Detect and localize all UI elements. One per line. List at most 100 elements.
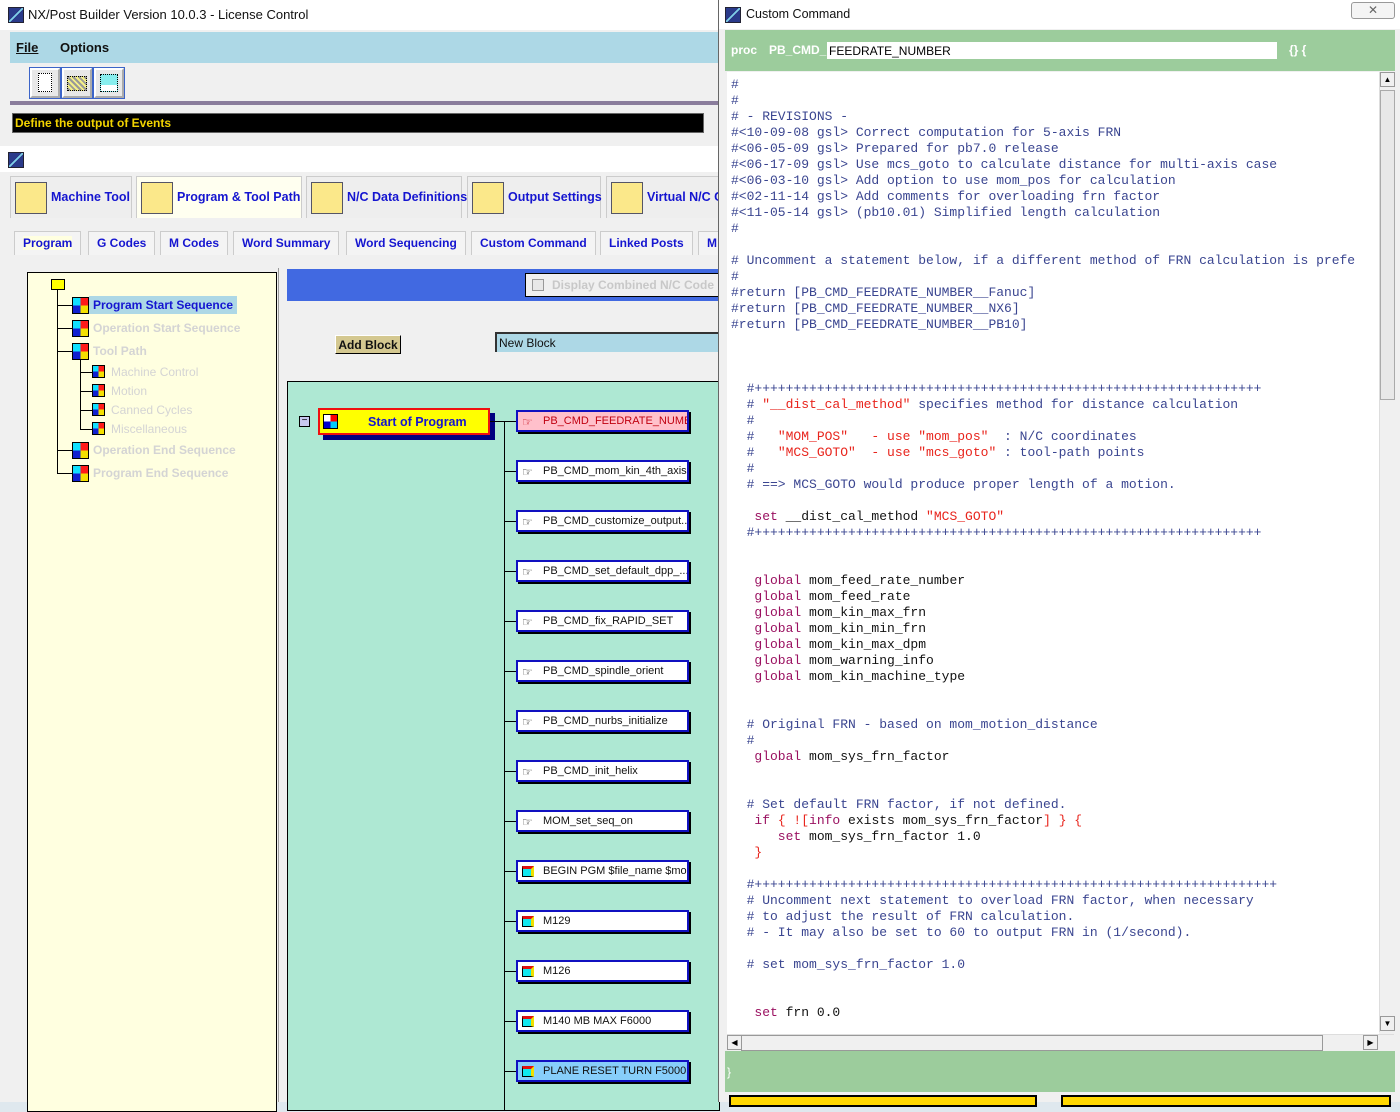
scroll-left-icon[interactable]: ◀ [727, 1035, 742, 1050]
dialog-button[interactable] [729, 1095, 1037, 1107]
code-token: mom_kin_machine_type [801, 669, 966, 684]
printer-icon [472, 182, 504, 214]
code-token: #+++++++++++++++++++++++++++++++++++++++… [731, 381, 1262, 396]
tree-item-operation-end-sequence[interactable]: Operation End Sequence [93, 443, 236, 457]
code-token: global [731, 669, 802, 684]
subtab-more[interactable]: M [698, 231, 720, 255]
subtab-g-codes[interactable]: G Codes [88, 231, 156, 255]
start-of-program-event[interactable]: Start of Program [318, 408, 490, 435]
dialog-title: Custom Command [746, 7, 851, 21]
code-line: global mom_sys_frn_factor [731, 749, 1355, 765]
code-token: } [731, 845, 763, 860]
custom-command-block[interactable]: ☞ PB_CMD_mom_kin_4th_axis... [516, 460, 689, 482]
custom-command-block[interactable]: ☞ MOM_set_seq_on [516, 810, 689, 832]
tab-output-settings[interactable]: Output Settings [467, 176, 602, 218]
new-block-select[interactable]: New Block [495, 332, 720, 352]
menu-file[interactable]: File [16, 40, 38, 55]
tree-item-canned-cycles[interactable]: Canned Cycles [111, 403, 192, 417]
scroll-thumb[interactable] [1380, 90, 1395, 400]
command-name-input[interactable] [827, 42, 1277, 59]
subtab-custom-command[interactable]: Custom Command [471, 231, 596, 255]
tree-item-tool-path[interactable]: Tool Path [93, 344, 147, 358]
nc-data-icon [311, 182, 343, 214]
pointing-hand-icon: ☞ [522, 515, 533, 529]
subtab-program[interactable]: Program [14, 231, 82, 255]
code-line: #+++++++++++++++++++++++++++++++++++++++… [731, 877, 1355, 893]
tree-item-machine-control[interactable]: Machine Control [111, 365, 198, 379]
scroll-right-icon[interactable]: ▶ [1363, 1035, 1378, 1050]
tab-machine-tool[interactable]: Machine Tool [10, 176, 132, 218]
horizontal-scrollbar[interactable]: ◀ ▶ [727, 1034, 1394, 1051]
code-token: : N/C coordinates [988, 429, 1137, 444]
code-editor[interactable]: # # # - REVISIONS - #<10-09-08 gsl> Correct… [727, 72, 1379, 1034]
checkbox-icon [532, 279, 544, 291]
nc-block[interactable]: M140 MB MAX F6000 [516, 1010, 689, 1032]
code-line: global mom_kin_min_frn [731, 621, 1355, 637]
new-file-button[interactable] [29, 67, 61, 99]
subtab-label: Program [23, 236, 73, 250]
open-button[interactable] [61, 67, 93, 99]
tab-virtual-nc-controller[interactable]: Virtual N/C C [606, 176, 720, 218]
custom-command-block[interactable]: ☞ PB_CMD_FEEDRATE_NUMB... [516, 410, 689, 432]
connector-line [504, 1071, 516, 1072]
vertical-scrollbar[interactable]: ▲ ▼ [1379, 72, 1395, 1032]
code-token: global [731, 589, 802, 604]
tree-item-motion[interactable]: Motion [111, 384, 147, 398]
code-line: # set mom_sys_frn_factor 1.0 [731, 957, 1355, 973]
code-token: mom_warning_info [801, 653, 934, 668]
custom-command-block[interactable]: ☞ PB_CMD_nurbs_initialize [516, 710, 689, 732]
splitter-handle[interactable] [278, 268, 287, 1102]
dialog-button[interactable] [1061, 1095, 1391, 1107]
code-token: # - REVISIONS - [731, 109, 849, 124]
code-token: set [731, 1005, 778, 1020]
subtab-m-codes[interactable]: M Codes [160, 231, 229, 255]
block-label: PB_CMD_mom_kin_4th_axis... [543, 465, 689, 477]
program-toolpath-icon [141, 182, 173, 214]
tree-item-miscellaneous[interactable]: Miscellaneous [111, 422, 187, 436]
machine-tool-icon [15, 182, 47, 214]
tree-item-program-start-sequence[interactable]: Program Start Sequence [89, 296, 238, 314]
tab-label: Output Settings [508, 190, 602, 204]
connector-line [504, 621, 516, 622]
sequence-icon [92, 403, 105, 416]
nc-block[interactable]: M129 [516, 910, 689, 932]
pointing-hand-icon: ☞ [522, 415, 533, 429]
code-token: # - It may also be set to 60 to output F… [731, 925, 1192, 940]
custom-command-block[interactable]: ☞ PB_CMD_set_default_dpp_... [516, 560, 689, 582]
sequence-icon [72, 320, 89, 337]
code-token: # [731, 445, 778, 460]
close-button[interactable]: ✕ [1351, 2, 1395, 19]
tab-nc-data-definitions[interactable]: N/C Data Definitions [306, 176, 467, 218]
custom-command-block[interactable]: ☞ PB_CMD_init_helix [516, 760, 689, 782]
tree-item-program-end-sequence[interactable]: Program End Sequence [93, 466, 228, 480]
save-button[interactable] [93, 67, 125, 99]
code-line: # Set default FRN factor, if not defined… [731, 797, 1355, 813]
code-line: if { ![info exists mom_sys_frn_factor] }… [731, 813, 1355, 829]
custom-command-block[interactable]: ☞ PB_CMD_spindle_orient [516, 660, 689, 682]
code-token: #<11-05-14 gsl> (pb10.01) Simplified len… [731, 205, 1161, 220]
custom-command-block[interactable]: ☞ PB_CMD_customize_output... [516, 510, 689, 532]
code-token: # [731, 269, 739, 284]
subtab-linked-posts[interactable]: Linked Posts [600, 231, 693, 255]
display-combined-checkbox[interactable]: Display Combined N/C Code B [525, 273, 725, 297]
code-token: { ![ [770, 813, 810, 828]
custom-command-block[interactable]: ☞ PB_CMD_fix_RAPID_SET [516, 610, 689, 632]
nc-block[interactable]: PLANE RESET TURN F5000 [516, 1060, 689, 1082]
scroll-thumb[interactable] [741, 1035, 1323, 1051]
tree-item-operation-start-sequence[interactable]: Operation Start Sequence [93, 321, 240, 335]
add-block-button[interactable]: Add Block [335, 335, 401, 354]
nc-block[interactable]: M126 [516, 960, 689, 982]
collapse-icon[interactable]: − [299, 416, 310, 427]
scroll-up-icon[interactable]: ▲ [1380, 72, 1395, 87]
post-builder-window: NX/Post Builder Version 10.0.3 - License… [0, 0, 725, 1112]
subtab-word-sequencing[interactable]: Word Sequencing [346, 231, 466, 255]
code-token: # [731, 461, 755, 476]
nc-block[interactable]: BEGIN PGM $file_name $mo... [516, 860, 689, 882]
code-token: mom_sys_frn_factor [801, 749, 950, 764]
tab-program-tool-path[interactable]: Program & Tool Path [136, 176, 302, 218]
scroll-down-icon[interactable]: ▼ [1380, 1016, 1395, 1031]
subtab-word-summary[interactable]: Word Summary [233, 231, 340, 255]
menu-options[interactable]: Options [60, 40, 109, 55]
